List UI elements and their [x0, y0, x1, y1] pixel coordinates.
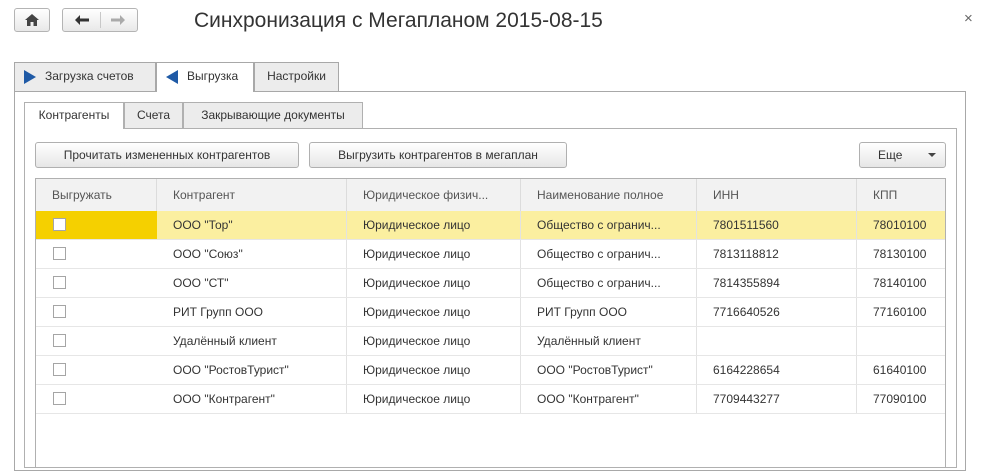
export-checkbox[interactable]	[53, 276, 66, 289]
export-cell	[36, 298, 157, 326]
more-label: Еще	[878, 148, 903, 162]
tab-invoice-import[interactable]: Загрузка счетов	[14, 62, 156, 91]
column-header-full-name[interactable]: Наименование полное	[521, 179, 697, 211]
export-checkbox[interactable]	[53, 247, 66, 260]
export-cell	[36, 356, 157, 384]
more-button[interactable]: Еще	[859, 142, 946, 168]
kpp-cell: 78130100	[873, 247, 927, 261]
inn-cell: 6164228654	[697, 356, 857, 384]
page-title: Синхронизация с Мегапланом 2015-08-15	[194, 9, 603, 32]
column-header-counterparty[interactable]: Контрагент	[157, 179, 347, 211]
arrow-left-icon[interactable]	[75, 15, 89, 25]
tab-label: Выгрузка	[187, 69, 239, 83]
read-changed-button[interactable]: Прочитать измененных контрагентов	[35, 142, 299, 168]
export-checkbox[interactable]	[53, 363, 66, 376]
column-header-inn[interactable]: ИНН	[697, 179, 857, 211]
counterparties-table: Выгружать Контрагент Юридическое физич..…	[35, 178, 946, 468]
tab-closing-documents[interactable]: Закрывающие документы	[183, 102, 363, 128]
counterparty-cell: Удалённый клиент	[157, 327, 347, 355]
tab-counterparties[interactable]: Контрагенты	[24, 102, 124, 129]
table-header: Выгружать Контрагент Юридическое физич..…	[36, 179, 945, 212]
legal-type-cell: Юридическое лицо	[347, 240, 521, 268]
kpp-cell: 78010100	[873, 218, 927, 232]
export-cell	[36, 240, 157, 268]
counterparty-cell: ООО "Союз"	[157, 240, 347, 268]
export-checkbox[interactable]	[53, 305, 66, 318]
arrow-right-icon[interactable]	[111, 15, 125, 25]
column-header-legal-type[interactable]: Юридическое физич...	[347, 179, 521, 211]
export-checkbox[interactable]	[53, 334, 66, 347]
full-name-cell: Общество с огранич...	[521, 240, 697, 268]
counterparty-cell: ООО "Тор"	[157, 211, 347, 239]
inn-cell: 7814355894	[697, 269, 857, 297]
table-row[interactable]: РИТ Групп ООО Юридическое лицо РИТ Групп…	[36, 298, 945, 327]
tab-invoices[interactable]: Счета	[124, 102, 183, 128]
inn-cell: 7801511560	[697, 211, 857, 239]
history-nav	[62, 8, 138, 32]
counterparty-cell: ООО "РостовТурист"	[157, 356, 347, 384]
counterparty-cell: ООО "СТ"	[157, 269, 347, 297]
table-row[interactable]: ООО "Союз" Юридическое лицо Общество с о…	[36, 240, 945, 269]
legal-type-cell: Юридическое лицо	[347, 269, 521, 297]
inn-cell: 7716640526	[697, 298, 857, 326]
triangle-right-icon	[24, 70, 36, 84]
kpp-cell: 77090100	[873, 392, 927, 406]
export-checkbox[interactable]	[53, 218, 66, 231]
table-row[interactable]: ООО "Контрагент" Юридическое лицо ООО "К…	[36, 385, 945, 414]
tab-export[interactable]: Выгрузка	[156, 62, 254, 92]
table-row[interactable]: Удалённый клиент Юридическое лицо Удалён…	[36, 327, 945, 356]
tab-settings[interactable]: Настройки	[254, 62, 339, 91]
table-row[interactable]: ООО "СТ" Юридическое лицо Общество с огр…	[36, 269, 945, 298]
upload-counterparties-button[interactable]: Выгрузить контрагентов в мегаплан	[309, 142, 567, 168]
column-header-kpp[interactable]: КПП	[857, 179, 945, 211]
table-row[interactable]: ООО "РостовТурист" Юридическое лицо ООО …	[36, 356, 945, 385]
legal-type-cell: Юридическое лицо	[347, 211, 521, 239]
tab-label: Настройки	[267, 69, 326, 83]
inn-cell	[697, 327, 857, 355]
export-cell	[36, 269, 157, 297]
legal-type-cell: Юридическое лицо	[347, 385, 521, 413]
legal-type-cell: Юридическое лицо	[347, 327, 521, 355]
full-name-cell: ООО "Контрагент"	[521, 385, 697, 413]
close-icon[interactable]: ×	[964, 10, 973, 27]
export-cell	[36, 327, 157, 355]
kpp-cell: 77160100	[873, 305, 927, 319]
full-name-cell: РИТ Групп ООО	[521, 298, 697, 326]
kpp-cell	[857, 327, 945, 355]
legal-type-cell: Юридическое лицо	[347, 298, 521, 326]
counterparty-cell: ООО "Контрагент"	[157, 385, 347, 413]
full-name-cell: ООО "РостовТурист"	[521, 356, 697, 384]
export-checkbox[interactable]	[53, 392, 66, 405]
kpp-cell: 61640100	[873, 363, 927, 377]
full-name-cell: Общество с огранич...	[521, 211, 697, 239]
chevron-down-icon	[928, 153, 936, 157]
full-name-cell: Общество с огранич...	[521, 269, 697, 297]
inn-cell: 7709443277	[697, 385, 857, 413]
counterparty-cell: РИТ Групп ООО	[157, 298, 347, 326]
export-cell	[36, 385, 157, 413]
tab-label: Загрузка счетов	[45, 69, 134, 83]
inn-cell: 7813118812	[697, 240, 857, 268]
triangle-left-icon	[166, 70, 178, 84]
legal-type-cell: Юридическое лицо	[347, 356, 521, 384]
table-row[interactable]: ООО "Тор" Юридическое лицо Общество с ог…	[36, 211, 945, 240]
home-icon	[25, 14, 39, 26]
full-name-cell: Удалённый клиент	[521, 327, 697, 355]
kpp-cell: 78140100	[873, 276, 927, 290]
export-cell	[36, 211, 157, 239]
home-button[interactable]	[14, 8, 50, 32]
column-header-export[interactable]: Выгружать	[36, 179, 157, 211]
